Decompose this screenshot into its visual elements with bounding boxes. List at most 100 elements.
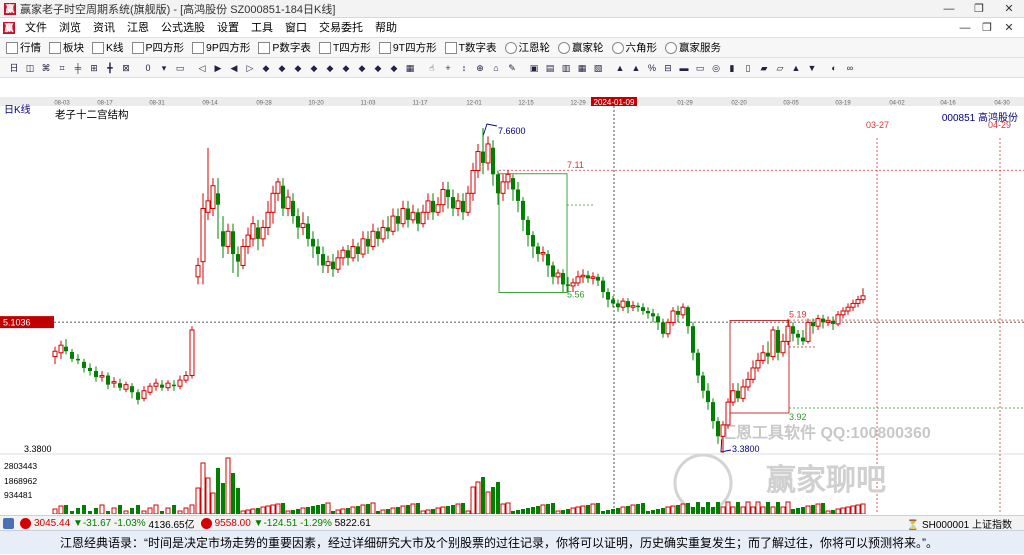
draw-tool-icon[interactable]: ▯ [740, 60, 756, 76]
toolbar-p-square-button[interactable]: P四方形 [131, 40, 184, 55]
toolbar-9t-square-button[interactable]: 9T四方形 [378, 40, 437, 55]
draw-tool-icon[interactable]: 0 [140, 60, 156, 76]
volume-bar-down [431, 509, 435, 514]
toolbar-board-button[interactable]: 板块 [49, 40, 84, 55]
kline-chart[interactable]: 08-03 08-17 08-31 09-14 09-28 10-20 11-03 11-17… [0, 78, 1024, 514]
draw-tool-icon[interactable]: ⊞ [86, 60, 102, 76]
period-label[interactable]: 日K线 [4, 101, 31, 116]
index-selector[interactable]: ⏳ SH000001 上证指数 [907, 516, 1012, 531]
minimize-button[interactable]: — [934, 0, 964, 18]
draw-tool-icon[interactable]: ▤ [542, 60, 558, 76]
candle-body-up [260, 226, 266, 240]
draw-tool-icon[interactable]: ▼ [804, 60, 820, 76]
draw-tool-icon[interactable]: ▶ [210, 60, 226, 76]
draw-tool-icon[interactable]: ⊠ [118, 60, 134, 76]
draw-tool-icon[interactable]: ⌘ [38, 60, 54, 76]
draw-tool-icon[interactable]: ◐ [826, 60, 842, 76]
draw-tool-icon[interactable]: ☝ [424, 60, 440, 76]
draw-tool-icon[interactable]: ◆ [274, 60, 290, 76]
draw-tool-icon[interactable]: ⌗ [54, 60, 70, 76]
menu-file[interactable]: 文件 [19, 18, 53, 38]
draw-tool-icon[interactable]: ◆ [322, 60, 338, 76]
draw-tool-icon[interactable]: ◆ [338, 60, 354, 76]
candle-body-down [701, 375, 705, 391]
draw-tool-icon[interactable]: ▬ [676, 60, 692, 76]
draw-tool-icon[interactable]: ◆ [290, 60, 306, 76]
mdi-minimize-button[interactable]: — [954, 18, 976, 38]
toolbar-t-square-button[interactable]: T四方形 [318, 40, 371, 55]
draw-tool-icon[interactable]: ▭ [172, 60, 188, 76]
toolbar-p-number-button[interactable]: P数字表 [258, 40, 311, 55]
toolbar-service-button[interactable]: 赢家服务 [665, 40, 721, 55]
draw-tool-icon[interactable]: 日 [6, 60, 22, 76]
draw-tool-icon[interactable]: ✎ [504, 60, 520, 76]
draw-tool-icon[interactable]: ◫ [22, 60, 38, 76]
draw-tool-icon[interactable]: ◆ [370, 60, 386, 76]
menu-settings[interactable]: 设置 [211, 18, 245, 38]
toolbar-gann-wheel-button[interactable]: 江恩轮 [504, 40, 550, 55]
toolbar-t-number-button[interactable]: T数字表 [444, 40, 497, 55]
volume-bar-up [183, 507, 189, 514]
mdi-restore-button[interactable]: ❐ [976, 18, 998, 38]
date-tick-label: 04-30 [994, 101, 1010, 107]
candle-body-up [200, 207, 206, 263]
draw-tool-icon[interactable]: ▣ [526, 60, 542, 76]
draw-tool-icon[interactable]: ▦ [574, 60, 590, 76]
draw-tool-icon[interactable]: ▱ [772, 60, 788, 76]
draw-tool-icon[interactable]: ▲ [628, 60, 644, 76]
draw-tool-icon[interactable]: ▰ [756, 60, 772, 76]
draw-tool-icon[interactable]: ▾ [156, 60, 172, 76]
draw-tool-icon[interactable]: ◁ [194, 60, 210, 76]
draw-tool-icon[interactable]: + [440, 60, 456, 76]
draw-tool-icon[interactable]: ╪ [70, 60, 86, 76]
close-button[interactable]: ✕ [994, 0, 1024, 18]
toolbar-hexagon-button[interactable]: 六角形 [611, 40, 657, 55]
draw-tool-icon[interactable]: % [644, 60, 660, 76]
menu-gann[interactable]: 江恩 [121, 18, 155, 38]
draw-tool-icon[interactable]: ▦ [402, 60, 418, 76]
index-grid-icon[interactable] [3, 517, 14, 529]
candle-body-up [750, 367, 756, 380]
draw-tool-icon[interactable]: ◆ [354, 60, 370, 76]
toolbar-9p-square-button[interactable]: 9P四方形 [192, 40, 250, 55]
draw-tool-icon[interactable]: ⊕ [472, 60, 488, 76]
menu-help[interactable]: 帮助 [369, 18, 403, 38]
candle-body-down [481, 151, 485, 163]
menu-info[interactable]: 资讯 [87, 18, 121, 38]
volume-bar-up [485, 491, 491, 514]
draw-tool-icon[interactable]: ↕ [456, 60, 472, 76]
draw-tool-icon[interactable]: ▲ [612, 60, 628, 76]
candle-body-up [620, 300, 626, 308]
draw-tool-icon[interactable]: ⌂ [488, 60, 504, 76]
sz-index-amount: 5822.61 [334, 517, 371, 529]
draw-tool-icon[interactable]: ▭ [692, 60, 708, 76]
draw-tool-icon[interactable]: ▧ [590, 60, 606, 76]
draw-tool-icon[interactable]: ◎ [708, 60, 724, 76]
low-label: 3.3800 [732, 444, 760, 454]
draw-tool-icon[interactable]: ▲ [788, 60, 804, 76]
draw-tool-icon[interactable]: ∞ [842, 60, 858, 76]
volume-bar-down [521, 509, 525, 514]
draw-tool-icon[interactable]: ⊟ [660, 60, 676, 76]
draw-tool-icon[interactable]: ◆ [386, 60, 402, 76]
menu-formula[interactable]: 公式选股 [155, 18, 211, 38]
draw-tool-icon[interactable]: ◆ [258, 60, 274, 76]
toolbar-winner-wheel-button[interactable]: 赢家轮 [558, 40, 604, 55]
volume-bar-up [475, 481, 481, 514]
menu-tools[interactable]: 工具 [245, 18, 279, 38]
mdi-close-button[interactable]: ✕ [998, 18, 1020, 38]
menu-browse[interactable]: 浏览 [53, 18, 87, 38]
restore-button[interactable]: ❐ [964, 0, 994, 18]
draw-tool-icon[interactable]: ◀ [226, 60, 242, 76]
menu-window[interactable]: 窗口 [279, 18, 313, 38]
draw-tool-icon[interactable]: ▷ [242, 60, 258, 76]
draw-tool-icon[interactable]: ◆ [306, 60, 322, 76]
draw-tool-icon[interactable]: ╋ [102, 60, 118, 76]
draw-tool-icon[interactable]: ▥ [558, 60, 574, 76]
menu-trade[interactable]: 交易委托 [313, 18, 369, 38]
draw-tool-icon[interactable]: ▮ [724, 60, 740, 76]
toolbar-grid-button[interactable]: 行情 [6, 40, 41, 55]
toolbar-k-button[interactable]: K线 [92, 40, 124, 55]
toolbar-label: 行情 [20, 42, 41, 54]
candle-body-up [205, 200, 211, 213]
